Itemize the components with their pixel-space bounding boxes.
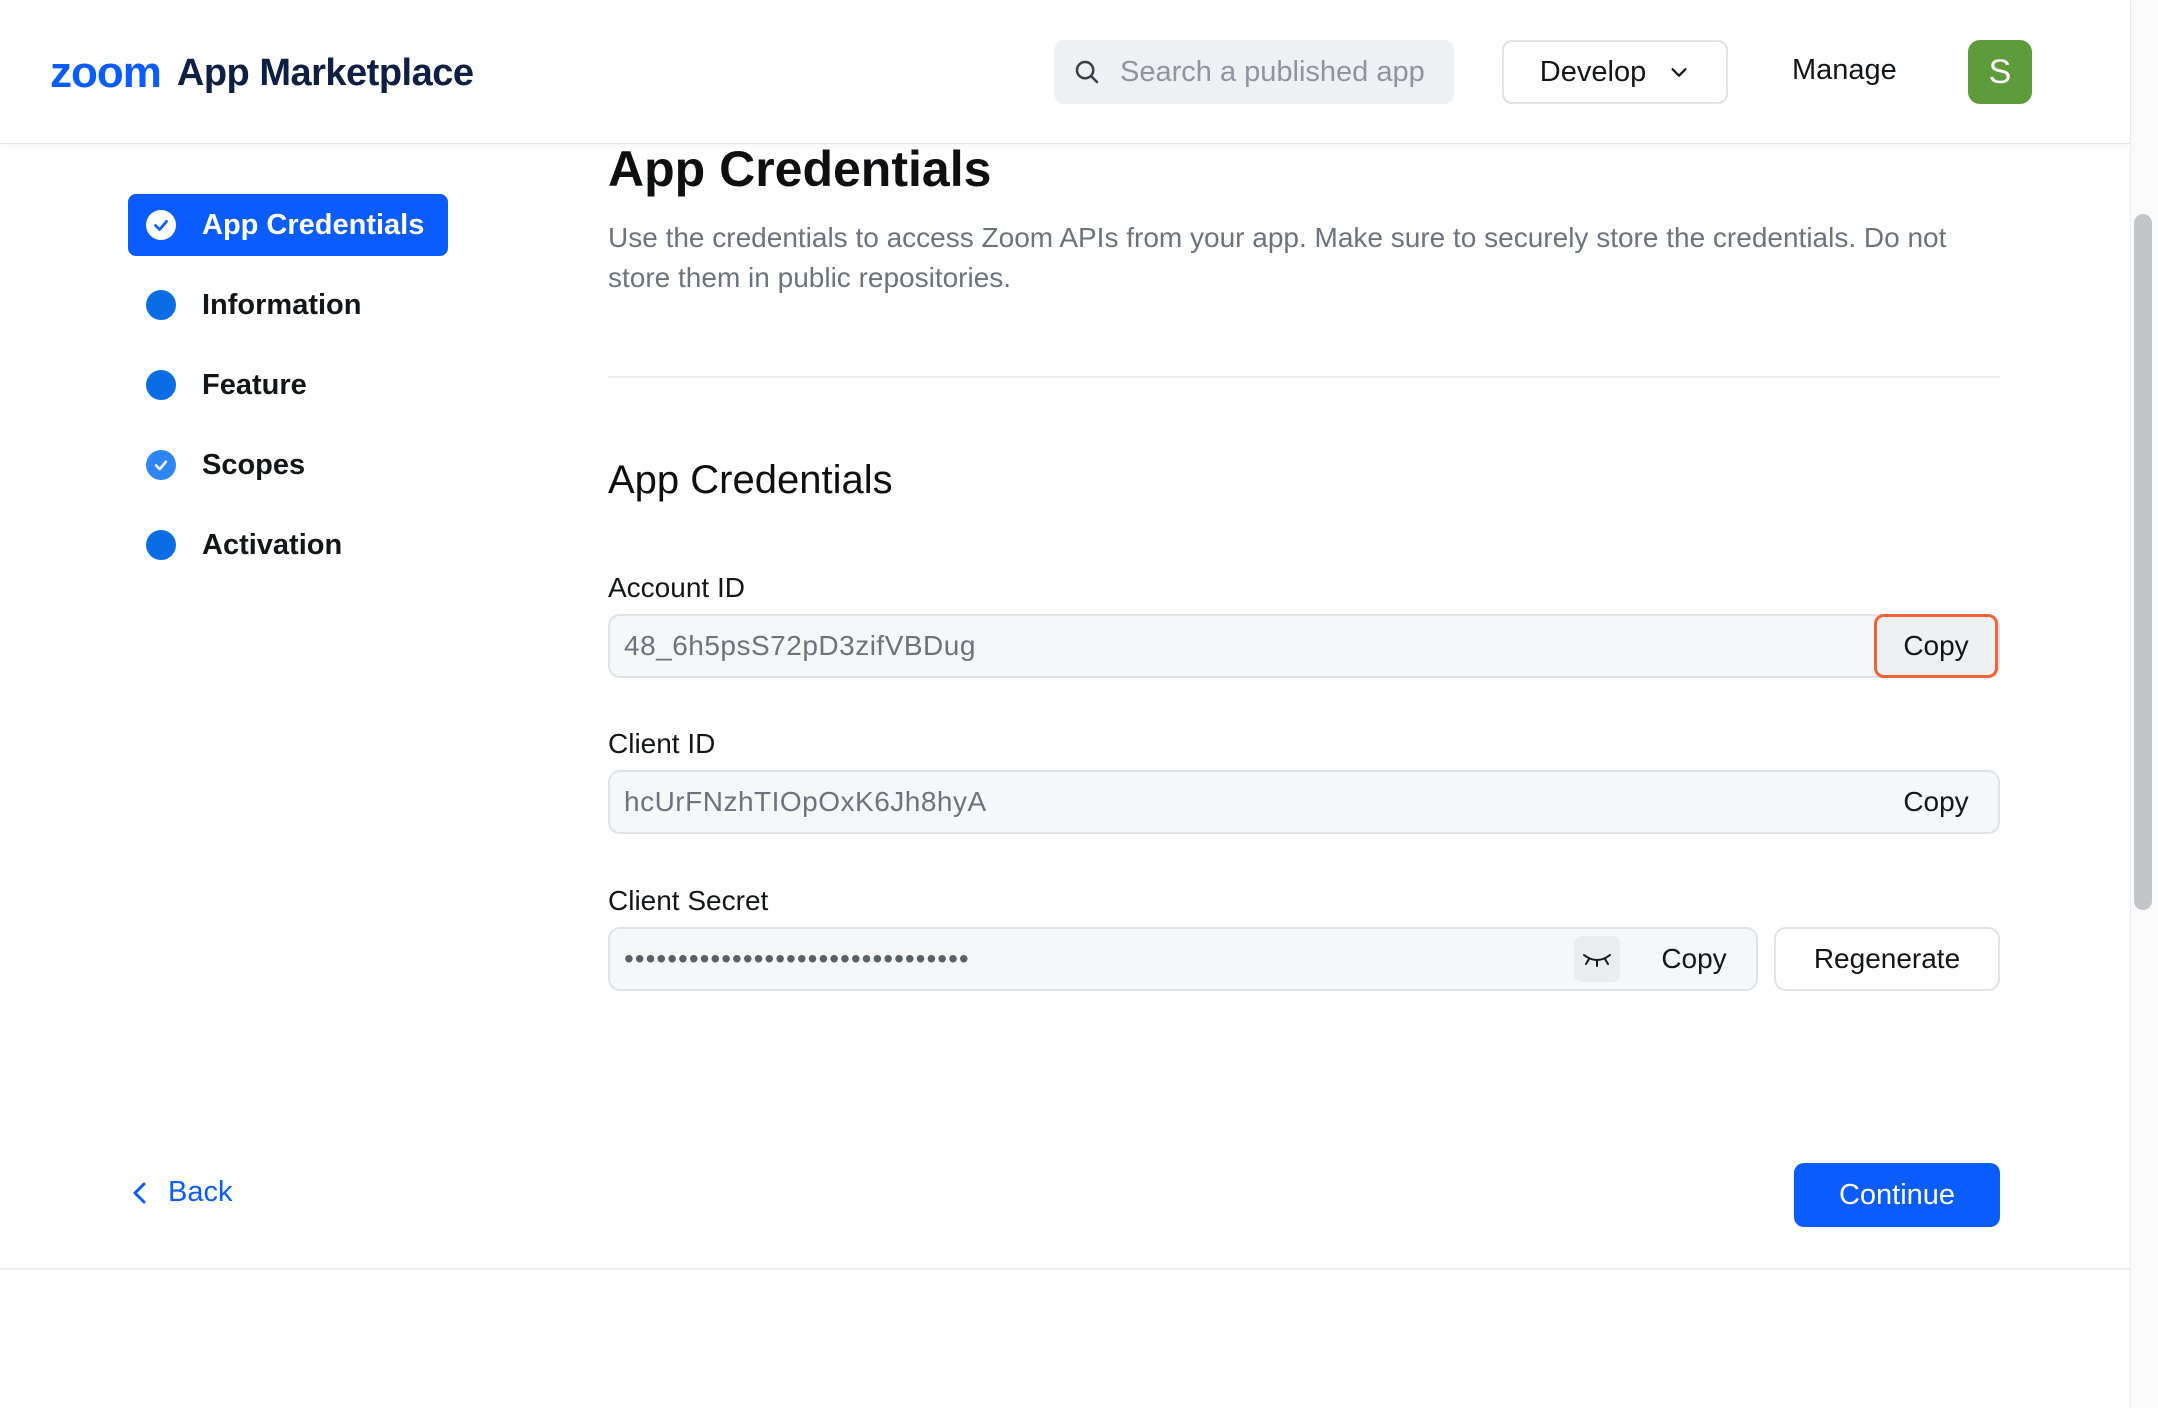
search-box[interactable] [1054, 40, 1454, 104]
check-circle-icon [146, 450, 176, 480]
copy-client-secret-button[interactable]: Copy [1632, 927, 1756, 991]
zoom-wordmark: zoom [50, 48, 162, 97]
chevron-down-icon [1671, 68, 1687, 77]
search-icon [1075, 60, 1099, 84]
sidebar-item-information[interactable]: Information [128, 274, 448, 336]
manage-link[interactable]: Manage [1792, 54, 1897, 87]
sidebar-item-label: Scopes [202, 448, 306, 481]
step-dot-icon [146, 290, 176, 320]
setup-steps-sidebar: App Credentials Information Feature Scop… [128, 194, 448, 594]
chevron-left-icon [133, 1182, 146, 1203]
marketplace-logo[interactable]: zoom App Marketplace [50, 48, 474, 98]
eye-closed-icon[interactable] [1574, 936, 1620, 982]
sidebar-item-label: App Credentials [202, 208, 425, 241]
client-secret-label: Client Secret [608, 885, 769, 916]
account-id-value: 48_6h5psS72pD3zifVBDug [624, 630, 976, 661]
client-id-label: Client ID [608, 728, 716, 759]
sidebar-item-feature[interactable]: Feature [128, 354, 448, 416]
client-secret-value: •••••••••••••••••••••••••••••••• [624, 943, 970, 974]
continue-button[interactable]: Continue [1794, 1163, 2000, 1227]
footer-divider [0, 1268, 2130, 1270]
sidebar-item-activation[interactable]: Activation [128, 514, 448, 576]
back-label: Back [168, 1176, 233, 1208]
back-link[interactable]: Back [130, 1176, 232, 1209]
user-avatar[interactable]: S [1968, 40, 2032, 104]
step-dot-icon [146, 530, 176, 560]
sidebar-item-scopes[interactable]: Scopes [128, 434, 448, 496]
page-title: App Credentials [608, 141, 992, 197]
search-input[interactable] [1118, 54, 1442, 90]
app-marketplace-title: App Marketplace [176, 51, 474, 94]
copy-account-id-button[interactable]: Copy [1874, 614, 1998, 678]
top-navigation-bar: zoom App Marketplace Develop Manage S [0, 0, 2130, 144]
step-dot-icon [146, 370, 176, 400]
develop-label: Develop [1539, 55, 1647, 88]
sidebar-item-label: Information [202, 288, 362, 321]
sidebar-item-app-credentials[interactable]: App Credentials [128, 194, 448, 256]
section-divider [608, 376, 2000, 378]
copy-client-id-button[interactable]: Copy [1874, 770, 1998, 834]
client-id-field[interactable]: hcUrFNzhTIOpOxK6Jh8hyA [608, 770, 2000, 834]
sidebar-item-label: Activation [202, 528, 343, 561]
account-id-label: Account ID [608, 572, 745, 603]
account-id-field[interactable]: 48_6h5psS72pD3zifVBDug [608, 614, 2000, 678]
section-title: App Credentials [608, 458, 893, 502]
develop-dropdown[interactable]: Develop [1502, 40, 1728, 104]
page-description: Use the credentials to access Zoom APIs … [608, 222, 1947, 293]
sidebar-item-label: Feature [202, 368, 307, 401]
scrollbar-thumb[interactable] [2134, 214, 2152, 910]
main-content: App Credentials Use the credentials to a… [608, 140, 2000, 991]
regenerate-button[interactable]: Regenerate [1774, 927, 2000, 991]
check-circle-icon [146, 210, 176, 240]
client-id-value: hcUrFNzhTIOpOxK6Jh8hyA [624, 786, 987, 817]
